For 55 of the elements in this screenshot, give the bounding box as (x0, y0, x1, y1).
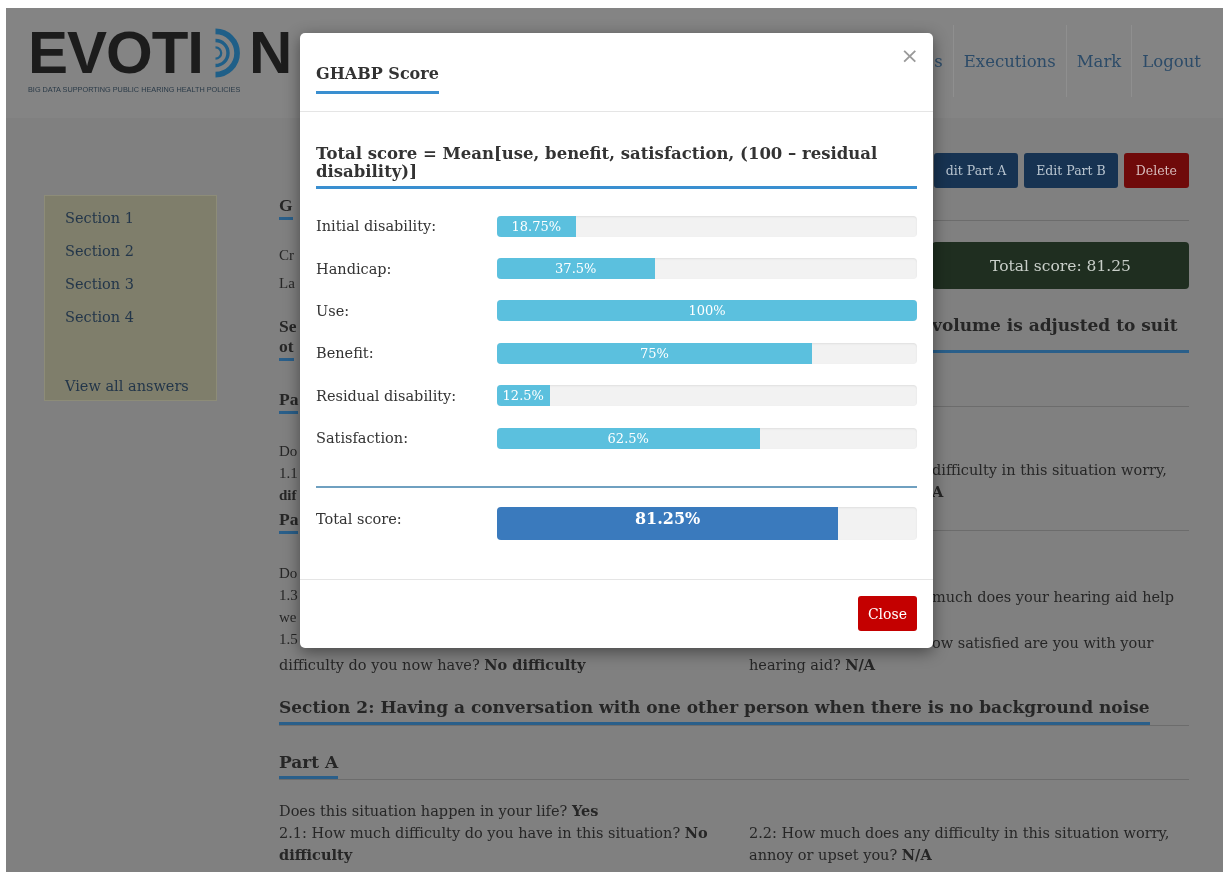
progress-value: 100% (688, 302, 726, 321)
progress-value: 18.75% (511, 217, 562, 236)
text-fragment: 1.3 (279, 586, 298, 605)
progress-value: 75% (640, 344, 669, 363)
answer-text: difficulty do you now have? No difficulty (279, 655, 587, 675)
text-fragment: 1.1 (279, 464, 298, 483)
answer-text: hearing aid? N/A (749, 655, 877, 675)
edit-button[interactable]: dit Part A (933, 153, 1019, 188)
sidebar-link[interactable]: Section 2 (65, 235, 216, 268)
sidebar-link[interactable]: Section 1 (65, 202, 216, 235)
text-fragment: we (279, 608, 297, 627)
progress-value: 81.25% (634, 507, 701, 530)
text-fragment: dif (279, 486, 297, 505)
close-button[interactable]: Close (857, 596, 917, 631)
sidebar-link[interactable]: View all answers (65, 370, 216, 403)
text-fragment: difficulty in this situation worry, (932, 461, 1168, 480)
logo-text: EVOTI (28, 24, 204, 82)
text-fragment: 1.5 (279, 630, 298, 649)
answer-text: Does this situation happen in your life? Yes (279, 801, 600, 821)
score-label: Satisfaction: (316, 430, 410, 447)
delete-button[interactable]: Delete (1123, 153, 1189, 188)
heading-fragment: ot (279, 336, 294, 361)
dialog-title: GHABP Score (316, 64, 439, 94)
logo-text: N (249, 24, 292, 82)
sidebar-link[interactable]: Section 3 (65, 268, 216, 301)
score-label: Residual disability: (316, 387, 458, 404)
part-heading: Part A (279, 750, 339, 779)
text-fragment: Do (279, 442, 298, 461)
text-fragment: Cr (279, 246, 294, 265)
score-label: Handicap: (316, 260, 393, 277)
score-label: Use: (316, 302, 351, 319)
score-label: Benefit: (316, 345, 375, 362)
nav-link[interactable]: Mark (1065, 25, 1132, 97)
text-fragment: ow satisfied are you with your (932, 634, 1155, 653)
score-label: Total score: (316, 511, 403, 528)
progress-value: 12.5% (502, 387, 544, 406)
nav-link[interactable]: s (934, 25, 953, 97)
text-fragment: A (932, 482, 945, 502)
section-heading: Section 2: Having a conversation with one other person when there is no background noise (279, 694, 1150, 725)
formula-heading: Total score = Mean[use, benefit, satisfaction, (100 – residual disability)] (316, 145, 917, 189)
nav-link[interactable]: Logout (1131, 25, 1211, 97)
text-fragment: La (279, 274, 295, 293)
edit-button[interactable]: Edit Part B (1024, 153, 1118, 188)
sidebar-link[interactable]: Section 4 (65, 301, 216, 334)
text-fragment: much does your hearing aid help (932, 588, 1175, 607)
progress-value: 37.5% (555, 260, 597, 279)
answer-text: 2.2: How much does any difficulty in this situation worry, annoy or upset you? N/A (749, 824, 1171, 865)
score-label: Initial disability: (316, 218, 438, 235)
text-fragment: Do (279, 564, 298, 583)
heading-fragment: Se (279, 316, 297, 336)
page-title: G (279, 195, 293, 220)
nav-link[interactable]: Executions (952, 25, 1066, 97)
progress-value: 62.5% (607, 429, 649, 448)
answer-text: 2.1: How much difficulty do you have in this situation? No difficulty (279, 823, 709, 865)
total-score-banner: Total score: 81.25 (932, 242, 1189, 289)
